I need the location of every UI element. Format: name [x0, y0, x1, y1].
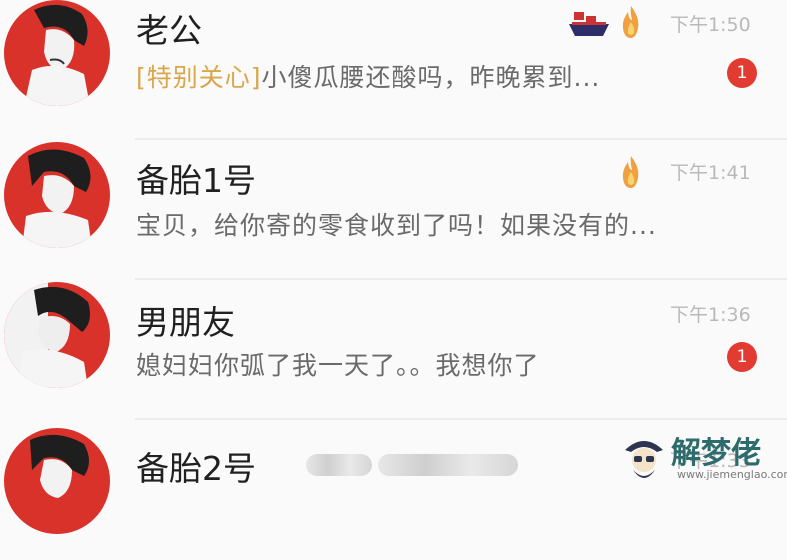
unread-badge: 1	[727, 58, 757, 88]
contact-name: 备胎2号	[136, 449, 256, 488]
contact-name: 备胎1号	[136, 161, 256, 200]
contact-name: 老公	[136, 11, 202, 50]
avatar[interactable]	[4, 0, 110, 106]
contact-name: 男朋友	[136, 303, 235, 342]
avatar[interactable]	[4, 142, 110, 248]
special-care-tag: [特别关心]	[136, 63, 262, 92]
message-text: 宝贝，给你寄的零食收到了吗！如果没有的...	[136, 211, 657, 240]
avatar[interactable]	[4, 428, 110, 534]
message-text: 媳妇妇你弧了我一天了。。我想你了	[136, 351, 540, 380]
flame-icon	[618, 154, 644, 194]
message-time: 下午1:36	[670, 304, 751, 326]
message-preview: [特别关心]小傻瓜腰还酸吗，昨晚累到...	[136, 58, 600, 94]
blurred-icon	[306, 454, 372, 476]
flame-icon	[618, 4, 644, 44]
message-time: 下午1:41	[670, 162, 751, 184]
avatar[interactable]	[4, 282, 110, 388]
unread-badge: 1	[727, 342, 757, 372]
message-text: 小傻瓜腰还酸吗，昨晚累到...	[261, 63, 601, 92]
chat-row-nanpengyou[interactable]: 男朋友 下午1:36 媳妇妇你弧了我一天了。。我想你了 1	[0, 280, 787, 420]
blurred-text	[378, 454, 518, 476]
dreamer-logo-icon	[619, 430, 669, 490]
message-time: 下午1:50	[670, 14, 751, 36]
watermark-url: www.jiemenglao.com	[677, 468, 787, 481]
ship-icon	[568, 8, 610, 44]
chat-row-laogong[interactable]: 老公 下午1:50 [特别关心]小傻瓜腰还酸吗，昨晚累到... 1	[0, 0, 787, 140]
watermark-logo: 解梦佬 www.jiemenglao.com	[619, 424, 787, 492]
chat-row-beitai-1[interactable]: 备胎1号 下午1:41 宝贝，给你寄的零食收到了吗！如果没有的...	[0, 140, 787, 280]
chat-list: 老公 下午1:50 [特别关心]小傻瓜腰还酸吗，昨晚累到... 1 备胎1号 下…	[0, 0, 787, 534]
watermark-name: 解梦佬	[671, 436, 761, 471]
